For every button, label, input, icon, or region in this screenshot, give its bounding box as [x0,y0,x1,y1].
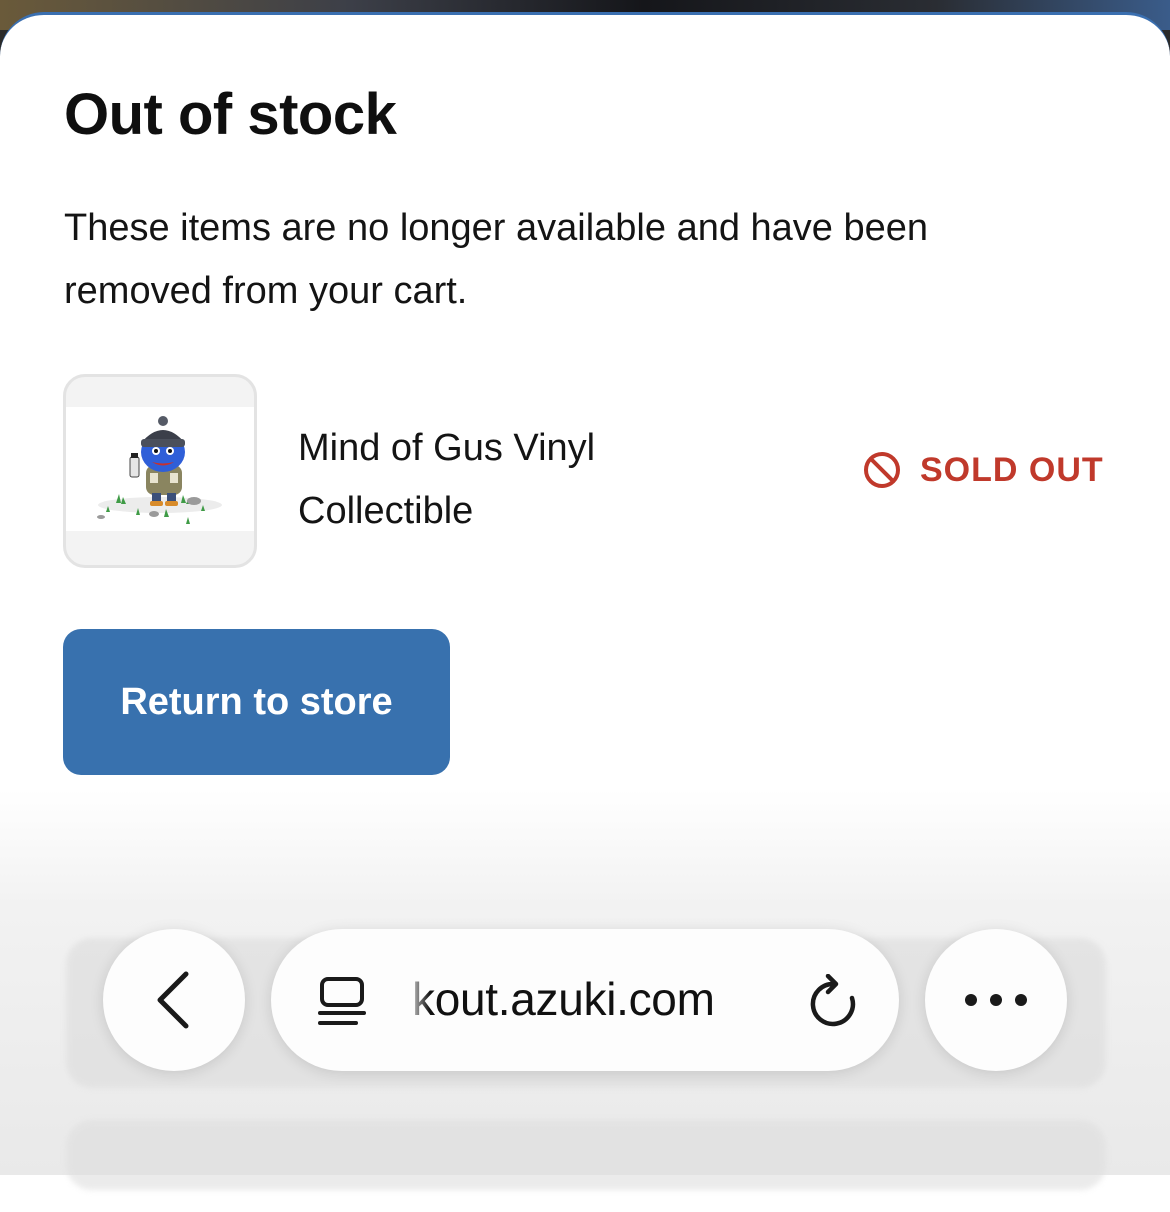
prohibited-icon [864,452,900,488]
vinyl-figure-image [97,416,222,524]
more-button[interactable] [925,929,1067,1071]
return-to-store-button[interactable]: Return to store [63,629,450,775]
sheet-description: These items are no longer available and … [64,207,929,312]
page-menu-icon[interactable] [316,975,370,1031]
url-text[interactable]: kout.azuki.com [412,972,715,1026]
sold-out-badge: SOLD OUT [862,448,1104,492]
reload-icon[interactable] [808,974,860,1030]
blurred-background-card-lower [66,1120,1106,1190]
product-name: Mind of Gus Vinyl Collectible [298,427,596,532]
back-button[interactable] [103,929,245,1071]
product-thumbnail [63,374,257,568]
chevron-left-icon [157,971,189,1029]
sold-out-label: SOLD OUT [920,450,1104,489]
url-fade [408,965,430,1035]
more-icon [965,994,1027,1006]
sheet-title: Out of stock [64,82,397,147]
